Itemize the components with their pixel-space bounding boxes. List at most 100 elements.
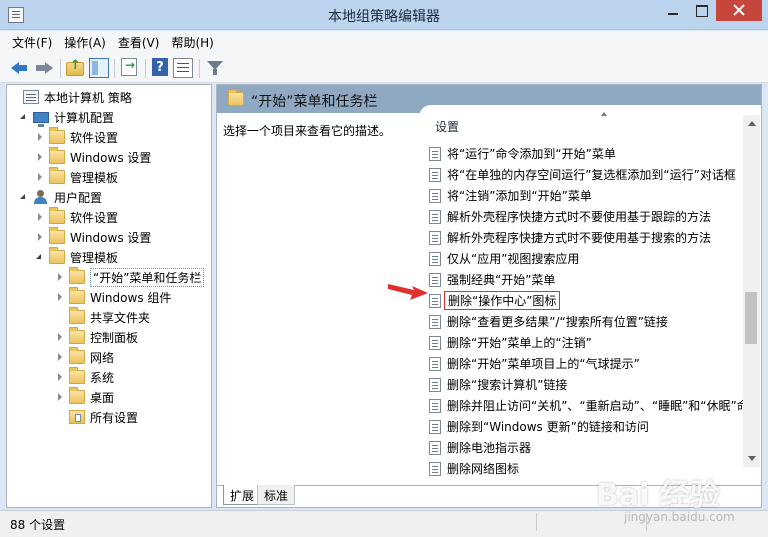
tree-item[interactable]: Windows 设置 — [35, 147, 151, 167]
forward-arrow-icon[interactable] — [34, 58, 54, 78]
tree-item-label: Windows 组件 — [90, 290, 172, 305]
export-list-icon[interactable] — [121, 58, 137, 76]
setting-row[interactable]: 强制经典“开始”菜单 — [429, 269, 747, 290]
expand-triangle-icon[interactable] — [55, 292, 65, 302]
setting-label: 删除“操作中心”图标 — [444, 291, 561, 310]
expand-triangle-icon[interactable] — [35, 152, 45, 162]
menu-file[interactable]: 文件(F) — [12, 34, 52, 51]
tree-item[interactable]: 网络 — [55, 347, 114, 367]
tree-item[interactable]: 本地计算机 策略 — [9, 87, 132, 107]
vertical-scrollbar[interactable] — [743, 115, 760, 467]
menu-action[interactable]: 操作(A) — [64, 34, 106, 51]
setting-row[interactable]: 删除“查看更多结果”/“搜索所有位置”链接 — [429, 311, 747, 332]
minimize-button[interactable] — [658, 0, 688, 21]
tree-item[interactable]: 管理模板 — [35, 167, 118, 187]
tree-item[interactable]: 软件设置 — [35, 207, 118, 227]
setting-row[interactable]: 删除“开始”菜单上的“注销” — [429, 332, 747, 353]
setting-row[interactable]: 删除“开始”菜单项目上的“气球提示” — [429, 353, 747, 374]
scroll-down-icon[interactable] — [743, 450, 760, 467]
collapse-triangle-icon[interactable] — [19, 192, 29, 202]
tab-extended[interactable]: 扩展 — [223, 485, 262, 505]
properties-icon[interactable] — [173, 58, 193, 78]
expand-triangle-icon[interactable] — [55, 372, 65, 382]
tree-item[interactable]: 计算机配置 — [19, 107, 114, 127]
tree-item-label: Windows 设置 — [70, 150, 152, 165]
expand-triangle-icon[interactable] — [35, 172, 45, 182]
setting-row[interactable]: 删除“搜索计算机”链接 — [429, 374, 747, 395]
collapse-triangle-icon[interactable] — [35, 252, 45, 262]
column-header-setting[interactable]: 设置 — [419, 105, 745, 139]
tree-item-label: 控制面板 — [90, 330, 139, 345]
setting-row[interactable]: 将“在单独的内存空间运行”复选框添加到“运行”对话框 — [429, 164, 747, 185]
menu-help[interactable]: 帮助(H) — [171, 34, 213, 51]
policy-setting-icon — [429, 398, 441, 413]
policy-setting-icon — [429, 146, 441, 161]
folder-icon — [69, 287, 85, 304]
policy-setting-icon — [429, 251, 441, 266]
watermark-text: Bai 经验 — [596, 478, 720, 513]
watermark-subtext: jingyan.baidu.com — [624, 510, 735, 524]
setting-row[interactable]: 解析外壳程序快捷方式时不要使用基于跟踪的方法 — [429, 206, 747, 227]
tree-item[interactable]: Windows 组件 — [55, 287, 171, 307]
tree-item-label: 桌面 — [90, 390, 115, 405]
policy-setting-icon — [429, 356, 441, 371]
help-icon[interactable]: ? — [152, 58, 168, 76]
tree-item[interactable]: 系统 — [55, 367, 114, 387]
tree-item-label: 计算机配置 — [54, 110, 115, 125]
setting-label: 删除“开始”菜单项目上的“气球提示” — [447, 357, 640, 371]
tree-item[interactable]: 用户配置 — [19, 187, 102, 207]
setting-label: 将“运行”命令添加到“开始”菜单 — [447, 147, 616, 161]
setting-label: 强制经典“开始”菜单 — [447, 273, 556, 287]
tree-item[interactable]: 所有设置 — [55, 407, 138, 427]
setting-row[interactable]: 删除并阻止访问“关机”、“重新启动”、“睡眠”和“休眠”命令 — [429, 395, 747, 416]
expand-triangle-icon[interactable] — [35, 132, 45, 142]
expand-triangle-icon[interactable] — [35, 232, 45, 242]
status-divider — [536, 513, 537, 531]
tree-item-label: 软件设置 — [70, 130, 119, 145]
back-arrow-icon[interactable] — [10, 58, 30, 78]
tree-item[interactable]: “开始”菜单和任务栏 — [55, 267, 205, 287]
policy-icon — [23, 90, 39, 104]
up-folder-icon[interactable] — [66, 58, 84, 76]
setting-row[interactable]: 删除“操作中心”图标 — [429, 290, 747, 311]
show-hide-tree-icon[interactable] — [89, 58, 109, 78]
tree-item[interactable]: 软件设置 — [35, 127, 118, 147]
expand-triangle-icon[interactable] — [55, 332, 65, 342]
user-icon — [33, 190, 49, 204]
annotation-arrow-icon — [388, 284, 428, 300]
setting-row[interactable]: 解析外壳程序快捷方式时不要使用基于搜索的方法 — [429, 227, 747, 248]
expand-triangle-icon[interactable] — [35, 212, 45, 222]
setting-label: 删除“开始”菜单上的“注销” — [447, 336, 592, 350]
tree-item[interactable]: 控制面板 — [55, 327, 138, 347]
menu-view[interactable]: 查看(V) — [118, 34, 160, 51]
tree-item[interactable]: 桌面 — [55, 387, 114, 407]
folder-icon — [49, 147, 65, 164]
close-button[interactable] — [716, 0, 762, 21]
tab-standard[interactable]: 标准 — [257, 485, 296, 505]
filter-icon[interactable] — [205, 58, 225, 78]
setting-row[interactable]: 仅从“应用”视图搜索应用 — [429, 248, 747, 269]
folder-icon — [69, 347, 85, 364]
scroll-thumb[interactable] — [745, 292, 757, 344]
tree-item-label: “开始”菜单和任务栏 — [90, 267, 205, 287]
expand-triangle-icon[interactable] — [55, 392, 65, 402]
settings-icon — [69, 410, 85, 424]
setting-row[interactable]: 将“运行”命令添加到“开始”菜单 — [429, 143, 747, 164]
tree-item[interactable]: Windows 设置 — [35, 227, 151, 247]
policy-setting-icon — [429, 335, 441, 350]
status-text: 88 个设置 — [10, 518, 66, 532]
collapse-triangle-icon[interactable] — [19, 112, 29, 122]
expand-triangle-icon[interactable] — [55, 352, 65, 362]
expand-triangle-icon[interactable] — [55, 272, 65, 282]
toolbar-separator — [199, 59, 200, 78]
scroll-up-icon[interactable] — [743, 115, 760, 132]
tree-item[interactable]: 共享文件夹 — [55, 307, 150, 327]
setting-row[interactable]: 将“注销”添加到“开始”菜单 — [429, 185, 747, 206]
setting-row[interactable]: 删除到“Windows 更新”的链接和访问 — [429, 416, 747, 437]
setting-row[interactable]: 删除电池指示器 — [429, 437, 747, 458]
policy-setting-icon — [429, 440, 441, 455]
tree-item[interactable]: 管理模板 — [35, 247, 118, 267]
maximize-button[interactable] — [688, 0, 716, 21]
policy-setting-icon — [429, 461, 441, 476]
tree-item-label: 用户配置 — [54, 190, 103, 205]
